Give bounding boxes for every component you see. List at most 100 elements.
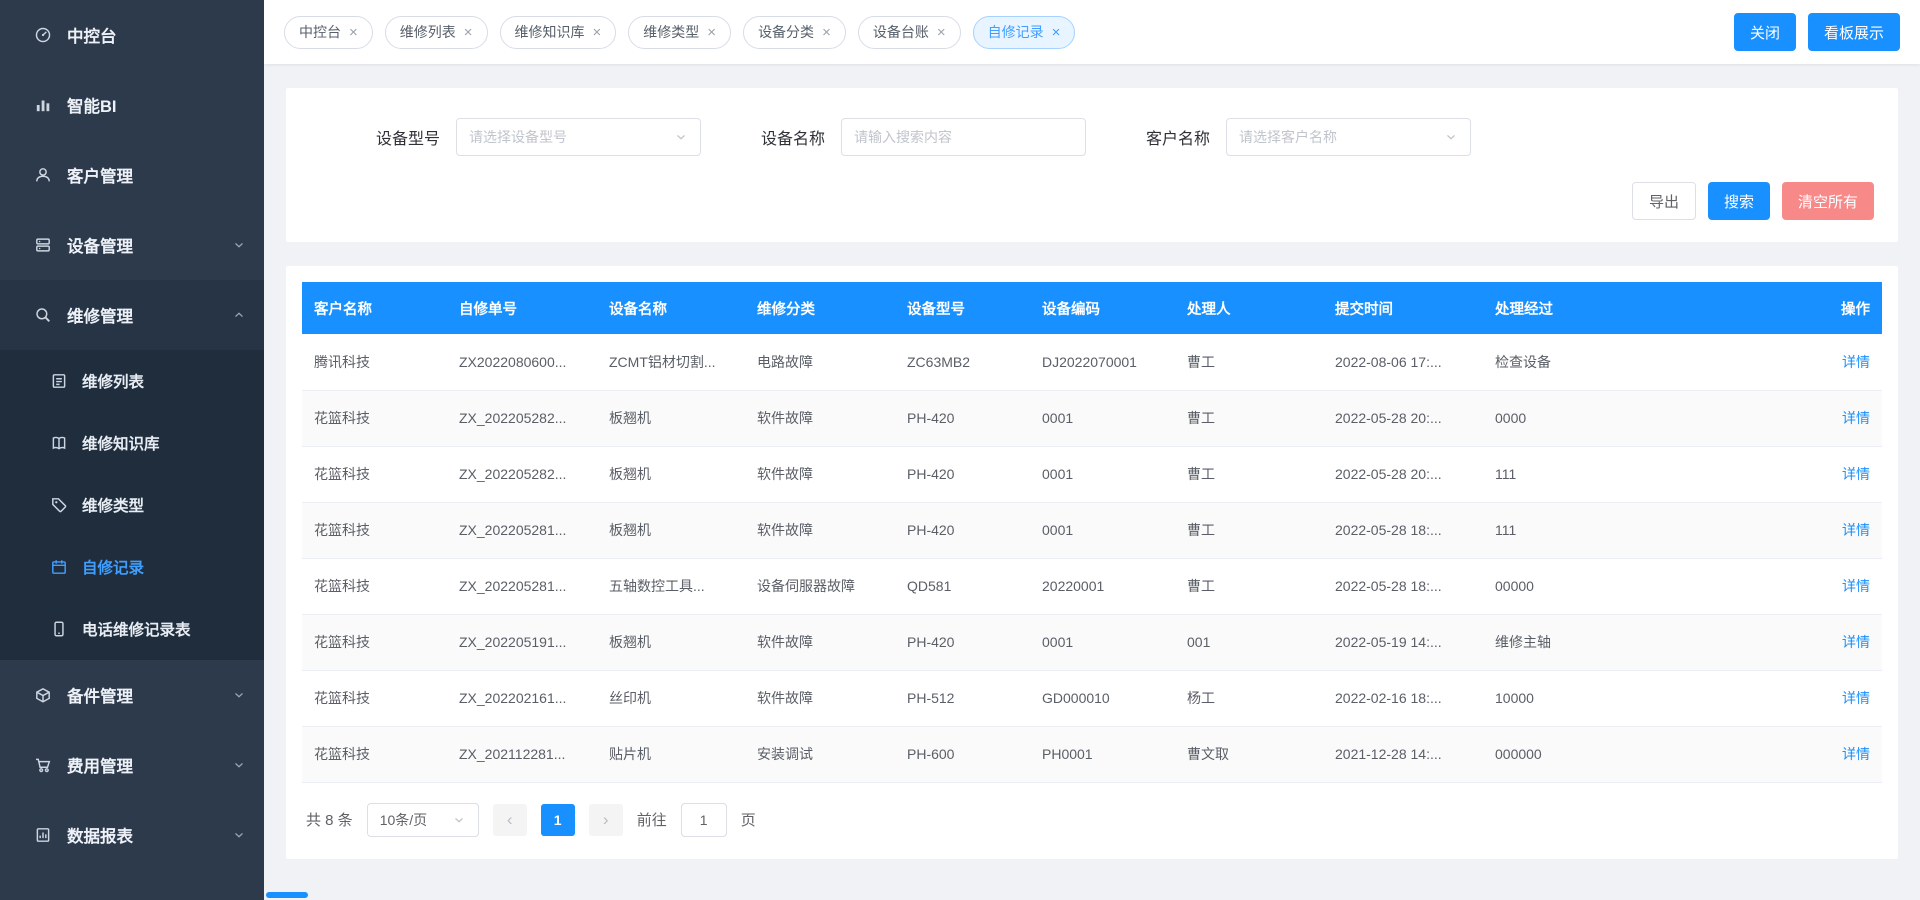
sidebar-item-label: 备件管理 [67, 683, 133, 707]
sidebar-item-phone-repair-records[interactable]: 电话维修记录表 [0, 598, 264, 660]
table-cell: 软件故障 [745, 446, 895, 502]
tab-chip-4[interactable]: 设备分类× [743, 16, 846, 49]
table-cell: 2022-08-06 17:... [1323, 334, 1483, 390]
table-cell: PH-600 [895, 726, 1030, 782]
bar-chart-icon [34, 96, 52, 114]
column-header: 设备编码 [1030, 282, 1175, 334]
table-header-row: 客户名称自修单号设备名称维修分类设备型号设备编码处理人提交时间处理经过操作 [302, 282, 1882, 334]
detail-link[interactable]: 详情 [1842, 466, 1870, 482]
next-page-button[interactable]: › [589, 804, 623, 836]
table-cell: 曹工 [1175, 334, 1323, 390]
detail-link[interactable]: 详情 [1842, 690, 1870, 706]
table-cell: 2021-12-28 14:... [1323, 726, 1483, 782]
sidebar-item-repair-list[interactable]: 维修列表 [0, 350, 264, 412]
table-cell: 软件故障 [745, 670, 895, 726]
table-cell: 电路故障 [745, 334, 895, 390]
column-header: 处理经过 [1483, 282, 1812, 334]
table-cell: 软件故障 [745, 390, 895, 446]
tab-chip-1[interactable]: 维修列表× [385, 16, 488, 49]
tab-close-icon[interactable]: × [707, 25, 716, 40]
device-name-label: 设备名称 [761, 125, 825, 149]
sidebar-item-customers[interactable]: 客户管理 [0, 140, 264, 210]
table-row: 腾讯科技ZX2022080600...ZCMT铝材切割...电路故障ZC63MB… [302, 334, 1882, 390]
tab-label: 自修记录 [988, 22, 1044, 42]
sidebar-item-label: 维修类型 [82, 494, 144, 516]
tab-close-icon[interactable]: × [593, 25, 602, 40]
device-name-input[interactable] [841, 118, 1086, 156]
document-list-icon [50, 372, 68, 390]
table-cell: 2022-02-16 18:... [1323, 670, 1483, 726]
detail-link[interactable]: 详情 [1842, 522, 1870, 538]
book-icon [50, 434, 68, 452]
detail-link[interactable]: 详情 [1842, 354, 1870, 370]
sidebar: 中控台 智能BI 客户管理 设备管理 维修管理 [0, 0, 264, 900]
page-unit: 页 [741, 809, 756, 830]
device-model-select[interactable]: 请选择设备型号 [456, 118, 701, 156]
tab-close-icon[interactable]: × [1052, 25, 1061, 40]
column-header: 维修分类 [745, 282, 895, 334]
sidebar-item-label: 设备管理 [67, 233, 133, 257]
prev-page-button[interactable]: ‹ [493, 804, 527, 836]
detail-link[interactable]: 详情 [1842, 410, 1870, 426]
customer-name-select[interactable]: 请选择客户名称 [1226, 118, 1471, 156]
tab-close-icon[interactable]: × [464, 25, 473, 40]
sidebar-item-repair-type[interactable]: 维修类型 [0, 474, 264, 536]
export-button[interactable]: 导出 [1632, 182, 1696, 220]
customer-name-label: 客户名称 [1146, 125, 1210, 149]
table-cell: PH-420 [895, 614, 1030, 670]
sidebar-item-bi[interactable]: 智能BI [0, 70, 264, 140]
device-model-label: 设备型号 [376, 125, 440, 149]
page-number-1[interactable]: 1 [541, 804, 575, 836]
close-button[interactable]: 关闭 [1734, 13, 1796, 51]
detail-link[interactable]: 详情 [1842, 746, 1870, 762]
detail-link[interactable]: 详情 [1842, 578, 1870, 594]
table-row: 花篮科技ZX_202205281...五轴数控工具...设备伺服器故障QD581… [302, 558, 1882, 614]
sidebar-item-data-reports[interactable]: 数据报表 [0, 800, 264, 870]
topbar: 中控台× 维修列表× 维修知识库× 维修类型× 设备分类× 设备台账× 自修记录 × 关闭 看… [264, 0, 1920, 64]
sidebar-item-devices[interactable]: 设备管理 [0, 210, 264, 280]
table-cell: 曹工 [1175, 502, 1323, 558]
sidebar-item-spare-parts[interactable]: 备件管理 [0, 660, 264, 730]
column-header: 设备型号 [895, 282, 1030, 334]
topbar-actions: 关闭 看板展示 [1734, 13, 1900, 51]
tab-chip-3[interactable]: 维修类型× [628, 16, 731, 49]
calendar-icon [50, 558, 68, 576]
select-placeholder: 请选择设备型号 [469, 127, 567, 147]
clear-all-button[interactable]: 清空所有 [1782, 182, 1874, 220]
tab-close-icon[interactable]: × [349, 25, 358, 40]
main-area: 中控台× 维修列表× 维修知识库× 维修类型× 设备分类× 设备台账× 自修记录 × 关闭 看… [264, 0, 1920, 900]
table-cell: 111 [1483, 502, 1812, 558]
table-cell: ZX_202205191... [447, 614, 597, 670]
page-size-select[interactable]: 10条/页 [367, 803, 479, 837]
table-cell: PH-420 [895, 502, 1030, 558]
tab-close-icon[interactable]: × [937, 25, 946, 40]
goto-page-input[interactable] [681, 803, 727, 837]
horizontal-scrollbar-thumb[interactable] [266, 892, 308, 898]
table-cell: 贴片机 [597, 726, 745, 782]
tab-close-icon[interactable]: × [822, 25, 831, 40]
detail-link[interactable]: 详情 [1842, 634, 1870, 650]
page-size-value: 10条/页 [380, 810, 427, 830]
chevron-down-icon [232, 828, 246, 842]
table-cell: QD581 [895, 558, 1030, 614]
tab-chip-0[interactable]: 中控台× [284, 16, 373, 49]
tab-chip-5[interactable]: 设备台账× [858, 16, 961, 49]
sidebar-item-self-repair-records[interactable]: 自修记录 [0, 536, 264, 598]
sidebar-item-expenses[interactable]: 费用管理 [0, 730, 264, 800]
table-cell: 10000 [1483, 670, 1812, 726]
users-icon [34, 166, 52, 184]
sidebar-item-repair-knowledge[interactable]: 维修知识库 [0, 412, 264, 474]
tab-chip-2[interactable]: 维修知识库× [500, 16, 617, 49]
table-cell: 五轴数控工具... [597, 558, 745, 614]
operation-cell: 详情 [1812, 558, 1882, 614]
sidebar-item-repair-management[interactable]: 维修管理 [0, 280, 264, 350]
mobile-icon [50, 620, 68, 638]
sidebar-item-console[interactable]: 中控台 [0, 0, 264, 70]
search-button[interactable]: 搜索 [1708, 182, 1770, 220]
table-cell: 20220001 [1030, 558, 1175, 614]
pagination: 共 8 条 10条/页 ‹ 1 › 前往 页 [302, 783, 1882, 851]
board-display-button[interactable]: 看板展示 [1808, 13, 1900, 51]
table-cell: PH-512 [895, 670, 1030, 726]
tab-chip-6[interactable]: 自修记录 × [973, 16, 1076, 49]
table-cell: 维修主轴 [1483, 614, 1812, 670]
